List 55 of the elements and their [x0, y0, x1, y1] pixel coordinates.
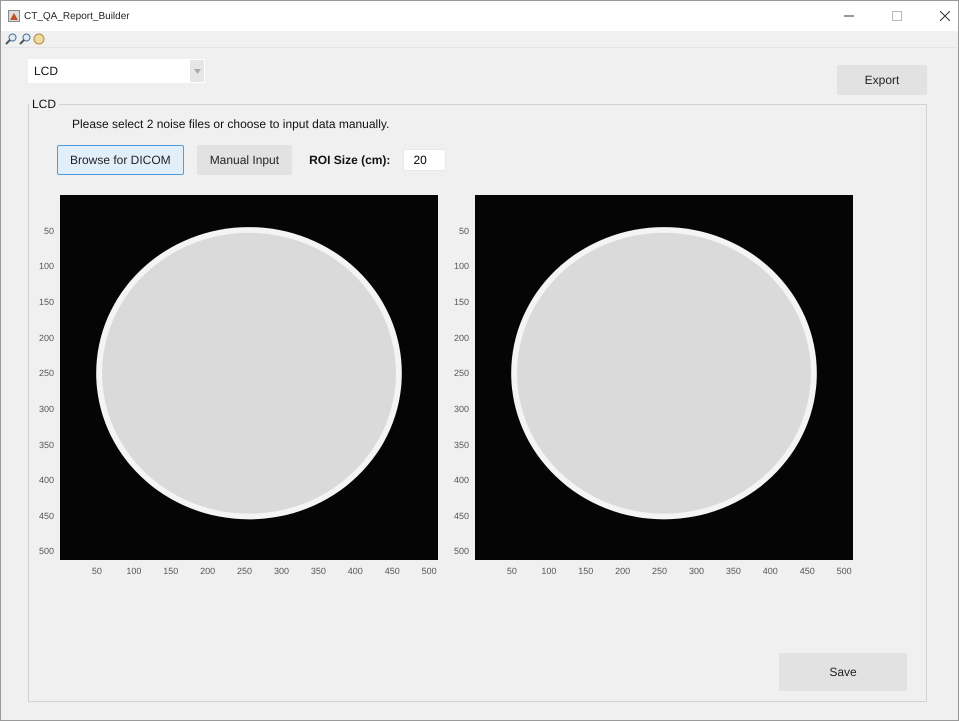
y-tick-label: 50	[44, 226, 54, 236]
y-tick-label: 150	[454, 296, 469, 307]
zoom-out-icon[interactable]	[19, 33, 31, 45]
save-button[interactable]: Save	[779, 653, 907, 691]
x-tick-label: 150	[578, 566, 594, 576]
y-tick-label: 200	[454, 332, 469, 343]
y-tick-label: 500	[38, 546, 54, 556]
x-tick-label: 100	[541, 566, 556, 576]
y-tick-label: 400	[454, 475, 469, 486]
x-tick-label: 500	[422, 566, 437, 576]
y-tick-label: 250	[38, 368, 54, 378]
x-tick-label: 200	[200, 566, 216, 576]
y-tick-label: 400	[38, 475, 54, 486]
manual-input-button[interactable]: Manual Input	[196, 145, 292, 175]
x-tick-label: 450	[800, 566, 815, 576]
browse-button[interactable]: Browse for DICOM	[57, 145, 184, 175]
roi-size-field[interactable]: 20	[403, 149, 446, 171]
close-icon[interactable]	[940, 11, 950, 21]
instruction-text: Please select 2 noise files or choose to input data manually.	[72, 117, 390, 131]
caret-icon	[194, 68, 200, 74]
window-title: CT_QA_Report_Builder	[24, 10, 130, 22]
x-tick-label: 200	[615, 566, 630, 576]
y-tick-label: 300	[454, 404, 469, 414]
y-tick-label: 300	[38, 404, 54, 414]
export-button[interactable]: Export	[837, 65, 927, 95]
roi-size-label: ROI Size (cm):	[309, 153, 390, 167]
y-tick-label: 100	[454, 261, 469, 272]
x-tick-label: 400	[348, 566, 363, 576]
y-tick-label: 350	[38, 440, 54, 450]
y-tick-label: 450	[454, 510, 469, 521]
x-tick-label: 150	[163, 566, 178, 576]
x-tick-label: 500	[836, 566, 852, 576]
y-tick-label: 200	[38, 332, 54, 343]
zoom-in-icon[interactable]	[5, 33, 17, 45]
x-tick-label: 50	[92, 566, 102, 576]
y-tick-label: 250	[454, 368, 469, 378]
x-tick-label: 250	[652, 566, 668, 576]
panel-title: LCD	[31, 97, 58, 111]
x-tick-label: 50	[506, 566, 517, 576]
y-tick-label: 350	[454, 440, 469, 450]
x-tick-label: 300	[688, 566, 704, 576]
x-tick-label: 250	[237, 566, 252, 576]
y-tick-label: 50	[458, 226, 469, 236]
x-tick-label: 350	[726, 566, 741, 576]
x-tick-label: 100	[126, 566, 142, 576]
y-tick-label: 450	[38, 510, 54, 521]
x-tick-label: 300	[274, 566, 289, 576]
y-tick-label: 500	[454, 546, 469, 556]
app-icon	[8, 10, 20, 22]
x-tick-label: 450	[384, 566, 400, 576]
y-tick-label: 100	[38, 261, 54, 272]
x-tick-label: 400	[762, 566, 778, 576]
mode-dropdown[interactable]: LCD	[28, 59, 205, 83]
y-tick-label: 150	[38, 296, 54, 307]
x-tick-label: 350	[310, 566, 326, 576]
